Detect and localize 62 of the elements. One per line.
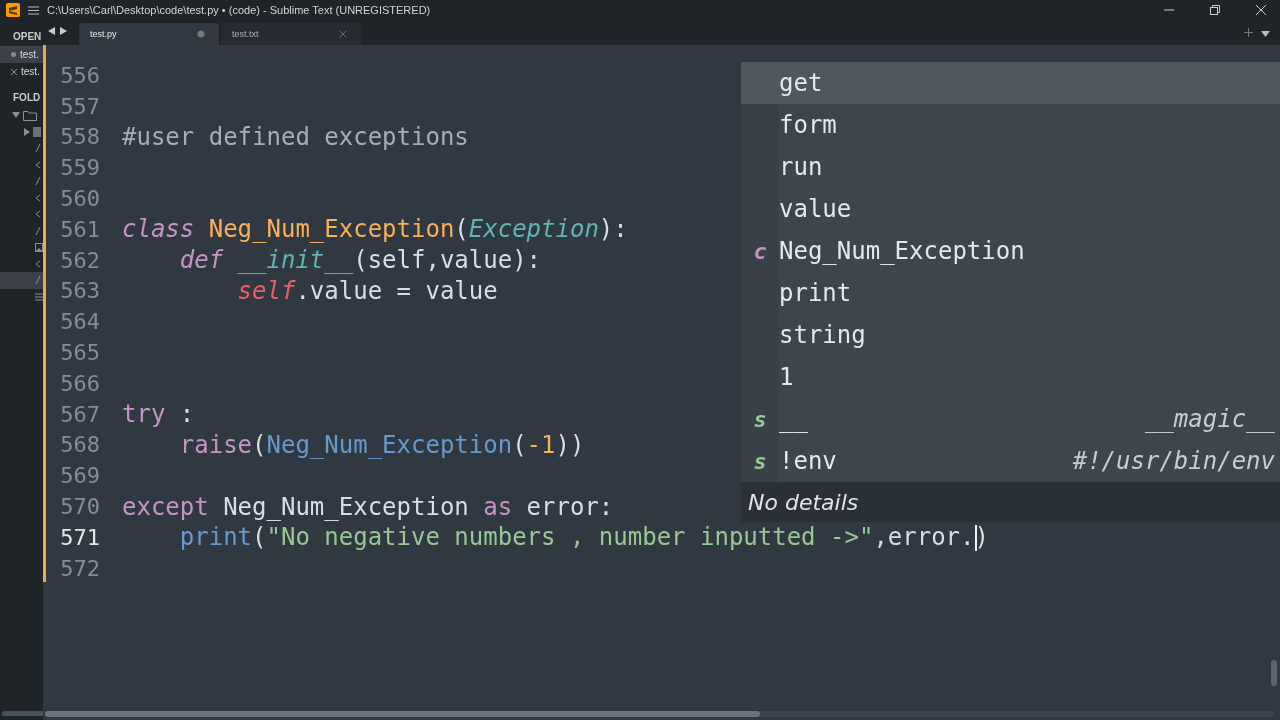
editor-tab[interactable]: test.txt xyxy=(221,23,361,45)
completion-item[interactable]: run xyxy=(741,146,1280,188)
scrollbar[interactable] xyxy=(2,711,43,716)
image-file-icon[interactable] xyxy=(35,242,43,252)
completion-item[interactable]: 1 xyxy=(741,356,1280,398)
line-number: 564 xyxy=(59,309,100,335)
app-logo-icon xyxy=(6,3,20,17)
line-number: 557 xyxy=(59,93,100,119)
code-line: class Neg_Num_Exception(Exception): xyxy=(122,215,628,244)
window-title: C:\Users\Carl\Desktop\code\test.py • (code) - Sublime Text (UNREGISTERED) xyxy=(47,4,431,16)
completion-item[interactable]: string xyxy=(741,314,1280,356)
scrollbar-thumb[interactable] xyxy=(1271,660,1277,686)
code-line: except Neg_Num_Exception as error: xyxy=(122,492,614,521)
unsaved-dot-icon[interactable] xyxy=(11,52,16,57)
code-line: raise(Neg_Num_Exception(-1)) xyxy=(178,430,585,459)
line-number: 567 xyxy=(59,401,100,427)
folder-icon[interactable] xyxy=(23,109,37,121)
completion-item[interactable]: s __ __magic__ xyxy=(741,398,1280,440)
folder-icon[interactable] xyxy=(33,126,41,137)
line-number: 572 xyxy=(59,555,100,581)
line-number: 560 xyxy=(59,186,100,212)
unsaved-dot-icon[interactable] xyxy=(197,30,205,38)
line-number: 566 xyxy=(59,370,100,396)
forward-arrow-icon[interactable] xyxy=(60,27,67,35)
back-arrow-icon[interactable] xyxy=(48,27,55,35)
scrollbar-thumb[interactable] xyxy=(45,711,760,717)
code-line: print("No negative numbers , number inputted ->",error.) xyxy=(178,523,989,552)
list-file-icon[interactable] xyxy=(35,292,43,301)
add-tab-icon[interactable] xyxy=(1244,28,1253,37)
close-icon[interactable] xyxy=(11,68,17,75)
code-line: def __init__(self,value): xyxy=(178,246,542,275)
line-number: 569 xyxy=(59,463,100,489)
line-number: 559 xyxy=(59,155,100,181)
line-number: 561 xyxy=(59,216,100,242)
code-line: self.value = value xyxy=(236,276,498,305)
completion-item[interactable]: c Neg_Num_Exception xyxy=(741,230,1280,272)
editor-tab[interactable]: test.py xyxy=(79,23,219,45)
completion-item[interactable]: print xyxy=(741,272,1280,314)
completion-item[interactable]: s !env #!/usr/bin/env xyxy=(741,440,1280,482)
restore-icon[interactable] xyxy=(1210,5,1220,15)
open-file-item[interactable]: test. xyxy=(0,63,43,80)
sidebar-header: FOLD xyxy=(12,91,41,105)
line-number: 571 xyxy=(59,524,100,550)
line-number: 563 xyxy=(59,278,100,304)
line-number: 570 xyxy=(59,494,100,520)
line-number: 556 xyxy=(59,62,100,88)
line-number: 558 xyxy=(59,124,100,150)
dropdown-icon[interactable] xyxy=(1261,31,1270,37)
code-line: #user defined exceptions xyxy=(122,123,469,151)
line-number: 562 xyxy=(59,247,100,273)
line-number: 565 xyxy=(59,340,100,366)
details-text: No details xyxy=(747,488,860,517)
completion-item[interactable]: value xyxy=(741,188,1280,230)
sidebar-header: OPEN xyxy=(12,30,41,44)
code-line: try : xyxy=(122,400,195,429)
open-file-item[interactable]: test. xyxy=(0,46,43,63)
line-number: 568 xyxy=(59,432,100,458)
completion-item[interactable]: form xyxy=(741,104,1280,146)
kind-letter: c xyxy=(753,238,767,264)
menu-icon[interactable] xyxy=(28,5,39,15)
kind-letter: s xyxy=(753,406,767,432)
kind-letter: s xyxy=(753,448,767,474)
